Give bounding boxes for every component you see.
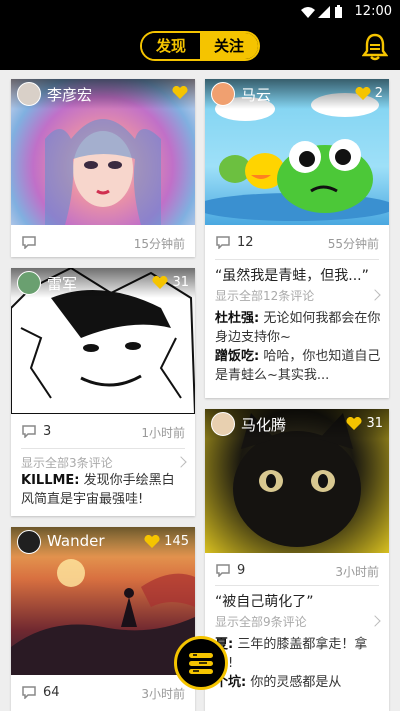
comment-item: 蹭饭吃: 哈哈，你也知道自己是青蛙么~其实我... — [215, 347, 381, 385]
comment-author[interactable]: KILLME: — [21, 473, 80, 488]
post-quote: “被自己萌化了” — [215, 594, 314, 610]
avatar[interactable] — [17, 530, 41, 554]
post-time: 15分钟前 — [133, 237, 185, 251]
heart-icon — [144, 534, 160, 548]
comment-text: 你的灵感都是从 — [246, 675, 342, 690]
like-button[interactable]: 31 — [345, 416, 383, 431]
chevron-right-icon[interactable] — [175, 456, 187, 468]
top-bar: 发现 关注 — [0, 24, 400, 70]
tab-switch: 发现 关注 — [140, 31, 260, 61]
comment-text: 三年的膝盖都拿走！拿走! — [215, 637, 368, 671]
post-card[interactable]: 李彦宏 15分钟前 — [11, 79, 195, 257]
bell-icon[interactable] — [362, 33, 388, 61]
tab-follow[interactable]: 关注 — [200, 33, 258, 59]
divider — [21, 448, 185, 449]
divider — [215, 259, 379, 260]
post-time: 3小时前 — [335, 565, 379, 579]
heart-icon — [355, 86, 371, 100]
tab-discover[interactable]: 发现 — [142, 33, 200, 59]
post-time: 1小时前 — [141, 426, 185, 440]
heart-icon — [152, 275, 168, 289]
avatar[interactable] — [17, 271, 41, 295]
like-count: 145 — [164, 534, 189, 549]
comment-count: 3 — [43, 424, 52, 439]
comment-icon[interactable] — [21, 424, 37, 438]
post-meta: 12 55分钟前 — [205, 227, 389, 257]
user-name[interactable]: 雷军 — [47, 273, 77, 294]
show-all-comments[interactable]: 显示全部9条评论 — [215, 613, 307, 630]
post-meta: 9 3小时前 — [205, 555, 389, 585]
post-meta: 15分钟前 — [11, 227, 195, 257]
user-name[interactable]: 李彦宏 — [47, 84, 92, 105]
comment-author[interactable]: 杜杜强: — [215, 311, 259, 326]
status-bar: 12:00 — [0, 0, 400, 24]
like-button[interactable] — [171, 86, 189, 100]
comment-icon[interactable] — [21, 685, 37, 699]
post-card[interactable]: 马化腾 31 9 3小时前 “被自己萌化了” 显示全部9条评论 夏: 三年的膝盖… — [205, 409, 389, 711]
comment-count: 12 — [237, 235, 254, 250]
menu-icon — [189, 653, 213, 674]
chevron-right-icon[interactable] — [369, 289, 381, 301]
compose-fab[interactable] — [174, 636, 228, 690]
avatar[interactable] — [211, 82, 235, 106]
wifi-icon — [301, 7, 315, 18]
signal-icon — [318, 6, 330, 18]
post-quote: “虽然我是青蛙，但我...” — [215, 268, 369, 284]
comment-item: KILLME: 发现你手绘黑白风简直是宇宙最强哇! — [21, 471, 187, 509]
avatar[interactable] — [17, 82, 41, 106]
comment-count: 64 — [43, 685, 60, 700]
like-count: 2 — [374, 86, 383, 101]
user-name[interactable]: 马云 — [241, 84, 271, 105]
comment-icon[interactable] — [215, 563, 231, 577]
like-button[interactable]: 31 — [151, 275, 189, 290]
user-name[interactable]: 马化腾 — [241, 414, 286, 435]
post-card[interactable]: Wander 145 64 3小时前 — [11, 527, 195, 711]
comment-author[interactable]: 蹭饭吃: — [215, 349, 259, 364]
comment-item: 夏: 三年的膝盖都拿走！拿走! — [215, 635, 381, 673]
like-count: 31 — [172, 275, 189, 290]
clock: 12:00 — [354, 4, 392, 19]
post-time: 55分钟前 — [327, 237, 379, 251]
comment-item: 杜杜强: 无论如何我都会在你身边支持你~ — [215, 309, 381, 347]
post-card[interactable]: 雷军 31 3 1小时前 显示全部3条评论 KILLME: 发现你手绘黑白风简直… — [11, 268, 195, 516]
post-time: 3小时前 — [141, 687, 185, 701]
battery-icon — [335, 7, 342, 18]
chevron-right-icon[interactable] — [369, 615, 381, 627]
post-meta: 64 3小时前 — [11, 677, 195, 707]
like-button[interactable]: 145 — [143, 534, 189, 549]
post-meta: 3 1小时前 — [11, 416, 195, 446]
show-all-comments[interactable]: 显示全部12条评论 — [215, 287, 314, 304]
like-count: 31 — [366, 416, 383, 431]
comment-item: 个坑: 你的灵感都是从 — [215, 673, 381, 692]
like-button[interactable]: 2 — [354, 86, 383, 101]
avatar[interactable] — [211, 412, 235, 436]
show-all-comments[interactable]: 显示全部3条评论 — [21, 454, 113, 471]
heart-icon — [346, 416, 362, 430]
user-name[interactable]: Wander — [47, 532, 105, 550]
comment-count: 9 — [237, 563, 246, 578]
divider — [215, 585, 379, 586]
status-icons — [301, 5, 342, 18]
comment-icon[interactable] — [215, 235, 231, 249]
comment-icon[interactable] — [21, 235, 37, 249]
post-card[interactable]: 马云 2 12 55分钟前 “虽然我是青蛙，但我...” 显示全部12条评论 杜… — [205, 79, 389, 398]
heart-icon — [172, 86, 188, 99]
